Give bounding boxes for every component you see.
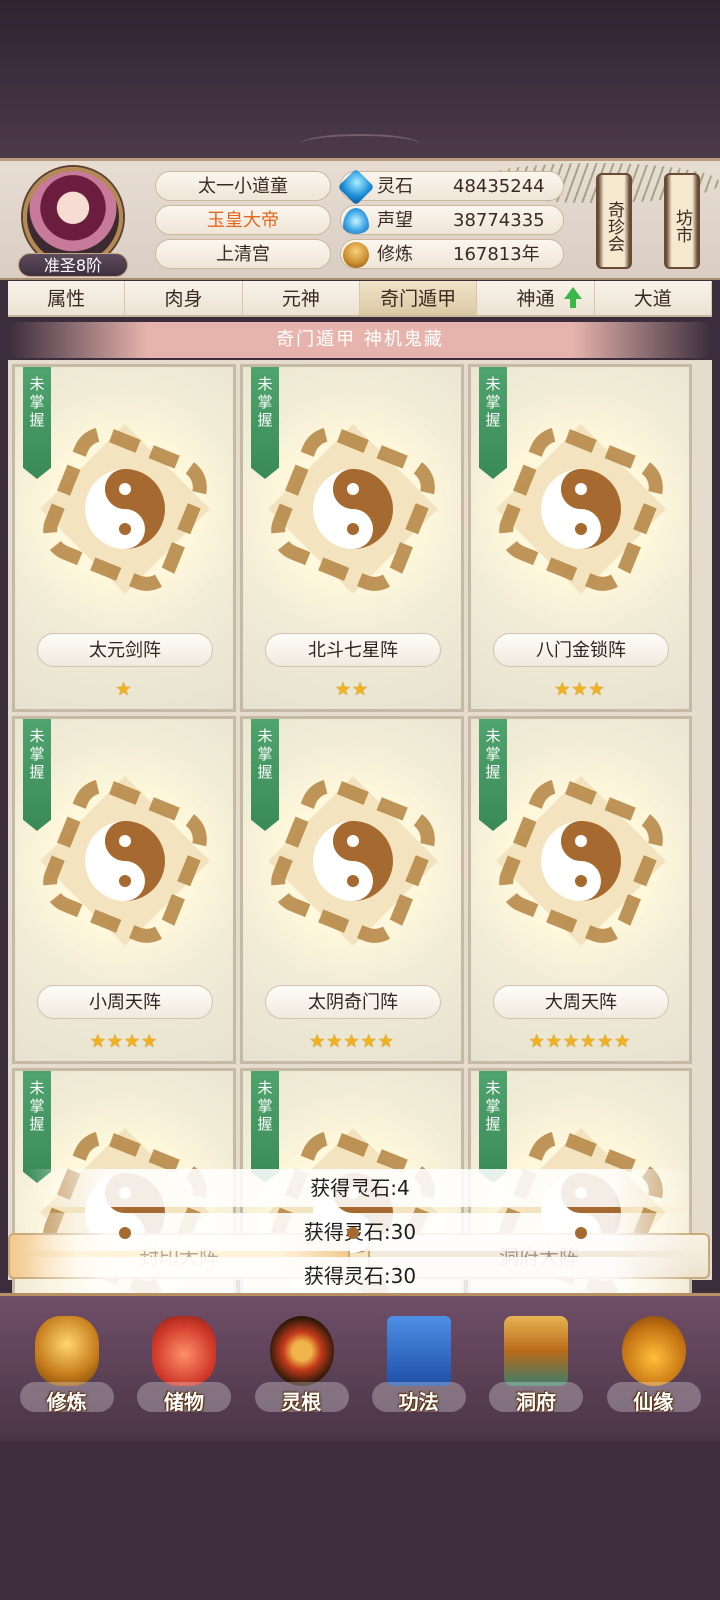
bagua-icon [33,769,217,953]
tab-bar: 属性 肉身 元神 奇门遁甲 神通 大道 [8,281,712,317]
resource-value: 167813年 [453,244,540,265]
formation-name: 小周天阵 [37,985,213,1019]
bagua-icon [261,769,445,953]
rank-badge: 准圣8阶 [18,253,128,277]
resource-label: 修炼 [377,244,413,265]
section-banner: 奇门遁甲 神机鬼藏 [8,322,712,358]
spirit-root-emblem-icon [269,1316,334,1386]
unlearned-tag: 未掌握 [479,367,507,479]
player-header: 准圣8阶 太一小道童 玉皇大帝 上清宫 灵石 48435244 声望 38774… [0,158,720,280]
player-title: 太一小道童 [155,171,331,201]
nav-techniques[interactable]: 功法 [360,1296,477,1441]
bagua-icon [489,769,673,953]
meditating-monk-icon [35,1316,99,1386]
star-rating: ★ [115,679,133,700]
gourd-icon [621,1316,686,1386]
star-rating: ★★★★ [89,1031,159,1052]
nav-label: 洞府 [515,1390,556,1414]
cultivation-icon [343,242,369,268]
tab-attributes[interactable]: 属性 [8,281,126,315]
player-honor: 玉皇大帝 [155,205,331,235]
resource-cultivation: 修炼 167813年 [340,239,564,269]
tab-dao[interactable]: 大道 [594,281,712,315]
nav-label: 修炼 [46,1390,87,1414]
star-rating: ★★★★★ [309,1031,395,1052]
resource-label: 灵石 [377,176,413,197]
tab-body[interactable]: 肉身 [125,281,243,315]
bottom-nav: 修炼 储物 灵根 功法 洞府 仙缘 [0,1293,720,1441]
nav-label: 功法 [398,1390,439,1414]
formation-name: 大周天阵 [493,985,669,1019]
unlearned-tag: 未掌握 [23,367,51,479]
cave-gate-icon [504,1316,569,1386]
player-sect: 上清宫 [155,239,331,269]
resource-label: 声望 [377,210,413,231]
treasure-bag-icon [152,1316,217,1386]
formation-card[interactable]: 未掌握 小周天阵 ★★★★ [12,716,236,1064]
nav-spirit-root[interactable]: 灵根 [243,1296,360,1441]
nav-storage[interactable]: 储物 [125,1296,242,1441]
star-rating: ★★★ [554,679,606,700]
scripture-book-icon [386,1316,451,1386]
bagua-icon [261,417,445,601]
unlearned-tag: 未掌握 [251,1071,279,1183]
formation-card[interactable]: 未掌握 太阴奇门阵 ★★★★★ [240,716,464,1064]
star-rating: ★★★★★★ [528,1031,632,1052]
nav-cultivate[interactable]: 修炼 [8,1296,125,1441]
top-ornament [300,134,420,154]
nav-cave[interactable]: 洞府 [477,1296,594,1441]
tab-spirit[interactable]: 元神 [242,281,360,315]
upgrade-arrow-icon [563,287,582,308]
nav-label: 储物 [163,1390,204,1414]
unlearned-tag: 未掌握 [251,719,279,831]
formation-card[interactable]: 未掌握 大周天阵 ★★★★★★ [468,716,692,1064]
nav-label: 仙缘 [633,1390,674,1414]
formation-card[interactable]: 未掌握 太元剑阵 ★ [12,364,236,712]
unlearned-tag: 未掌握 [23,719,51,831]
treasure-fair-button[interactable]: 奇珍会 [596,173,632,269]
tab-powers[interactable]: 神通 [477,281,595,315]
spirit-stone-icon [337,168,375,206]
formation-card[interactable]: 未掌握 八门金锁阵 ★★★ [468,364,692,712]
formation-name: 北斗七星阵 [265,633,441,667]
resource-value: 38774335 [453,210,545,231]
bagua-icon [33,417,217,601]
resource-value: 48435244 [453,176,545,197]
resource-spirit-stone: 灵石 48435244 [337,168,564,206]
bagua-icon [489,417,673,601]
formation-name: 八门金锁阵 [493,633,669,667]
market-button[interactable]: 坊市 [664,173,700,269]
formation-name: 太元剑阵 [37,633,213,667]
formation-name: 太阴奇门阵 [265,985,441,1019]
star-rating: ★★ [334,679,370,700]
formation-grid: 未掌握 太元剑阵 ★ 未掌握 北斗七星阵 ★★ 未掌握 八门金锁阵 ★★★ 未掌… [8,360,712,1416]
resource-reputation: 声望 38774335 [340,205,564,235]
unlearned-tag: 未掌握 [479,1071,507,1183]
avatar-frame[interactable]: 准圣8阶 [18,167,128,277]
tab-label: 神通 [516,288,555,310]
formation-card[interactable]: 未掌握 北斗七星阵 ★★ [240,364,464,712]
unlearned-tag: 未掌握 [479,719,507,831]
nav-fate[interactable]: 仙缘 [595,1296,712,1441]
reward-toast: 获得灵石:30 [26,1257,694,1295]
tab-qimen[interactable]: 奇门遁甲 [359,281,478,315]
nav-label: 灵根 [281,1390,322,1414]
avatar[interactable] [23,167,123,267]
unlearned-tag: 未掌握 [251,367,279,479]
unlearned-tag: 未掌握 [23,1071,51,1183]
reputation-icon [343,208,369,234]
bottom-background [0,1441,720,1600]
